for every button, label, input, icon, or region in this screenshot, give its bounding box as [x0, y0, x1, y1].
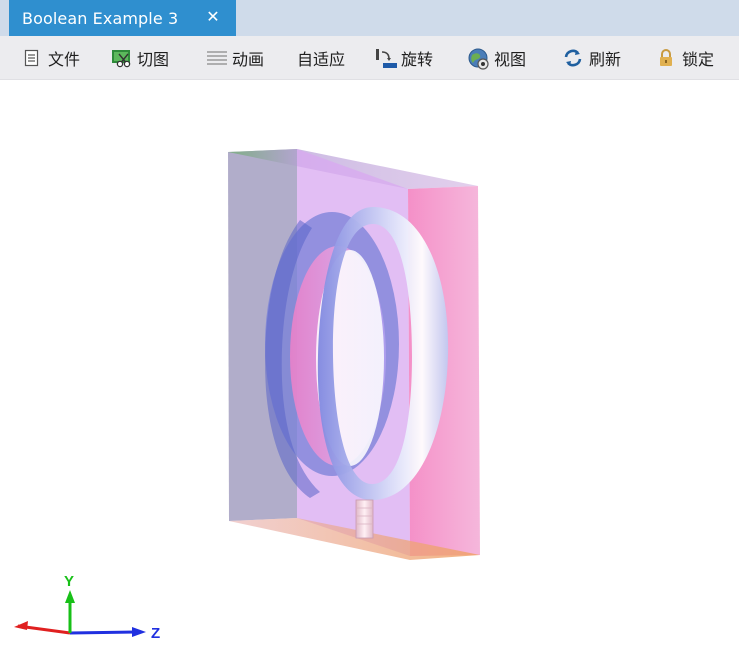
document-icon	[22, 48, 42, 68]
fit-view-button[interactable]: 自适应	[297, 44, 345, 72]
x-axis-arrow	[14, 621, 28, 630]
animation-icon	[206, 48, 227, 68]
cut-view-button-label: 切图	[137, 50, 170, 69]
lock-icon	[656, 48, 676, 68]
refresh-icon	[563, 48, 583, 68]
y-axis-label: Y	[64, 573, 74, 590]
scissors-icon	[111, 48, 131, 68]
ring-shaft	[355, 499, 374, 539]
cut-view-button[interactable]: 切图	[111, 44, 169, 72]
view-globe-icon	[468, 48, 489, 70]
tab-title: Boolean Example 3	[22, 8, 179, 28]
y-axis-arrow	[65, 590, 75, 603]
z-axis-line	[69, 630, 139, 635]
animation-button[interactable]: 动画	[206, 44, 264, 72]
app-window: Boolean Example 3 ✕ 文件 切图 动画 自适应 旋转 视图 刷…	[0, 0, 739, 662]
3d-scene: Y Z	[14, 149, 480, 642]
refresh-button-label: 刷新	[589, 50, 622, 69]
animation-button-label: 动画	[232, 50, 265, 69]
axis-triad: Y Z	[14, 573, 160, 642]
z-axis-label: Z	[151, 625, 160, 642]
tab-bar: Boolean Example 3 ✕	[0, 0, 739, 36]
rotate-button-label: 旋转	[401, 50, 434, 69]
lock-button[interactable]: 锁定	[656, 44, 714, 72]
lock-button-label: 锁定	[682, 50, 715, 69]
refresh-button[interactable]: 刷新	[563, 44, 621, 72]
close-icon[interactable]: ✕	[204, 7, 222, 27]
view-button[interactable]: 视图	[468, 44, 526, 72]
rotate-icon	[375, 48, 397, 68]
view-button-label: 视图	[494, 50, 527, 69]
toolbar: 文件 切图 动画 自适应 旋转 视图 刷新 锁定	[0, 36, 739, 80]
file-button-label: 文件	[48, 50, 81, 69]
fit-view-button-label: 自适应	[297, 50, 346, 69]
file-button[interactable]: 文件	[22, 44, 80, 72]
rotate-button[interactable]: 旋转	[375, 44, 433, 72]
3d-viewport[interactable]: Y Z	[0, 80, 739, 662]
tab-boolean-example[interactable]: Boolean Example 3 ✕	[9, 0, 236, 36]
z-axis-arrow	[132, 627, 146, 637]
